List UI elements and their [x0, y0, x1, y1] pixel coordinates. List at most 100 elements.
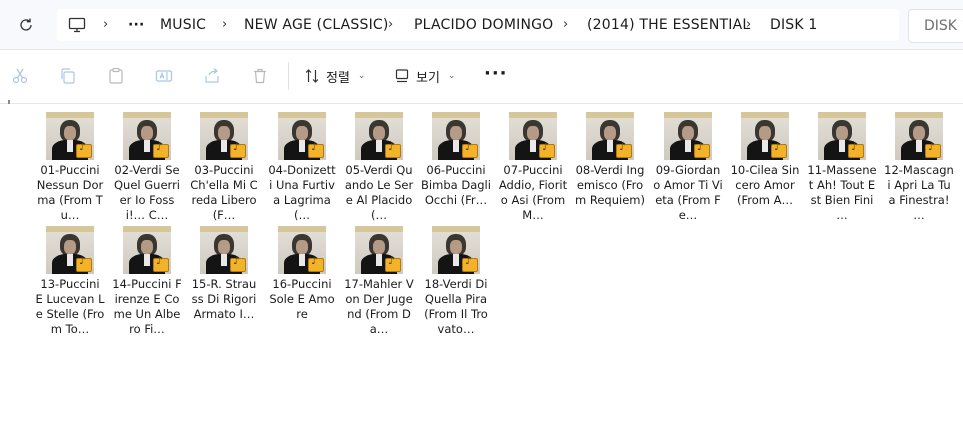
toolbar-divider — [288, 62, 289, 90]
file-name: 02-Verdi Se Quel Guerrier Io Fossi!… C… — [114, 163, 180, 222]
music-file-icon — [153, 142, 169, 158]
chevron-down-icon: ⌄ — [357, 71, 366, 81]
refresh-button[interactable] — [13, 12, 39, 38]
share-button[interactable] — [201, 65, 223, 87]
file-item[interactable]: 05-Verdi Quando Le Sere Al Placido (… — [344, 112, 414, 223]
breadcrumb-item-disk1[interactable]: DISK 1 — [770, 9, 818, 41]
view-icon — [395, 69, 409, 83]
file-item[interactable]: 10-Cilea Sincero Amor (From A… — [730, 112, 800, 208]
file-name: 14-Puccini Firenze E Come Un Albero Fi… — [112, 277, 182, 336]
album-art-thumbnail — [432, 226, 480, 274]
rename-icon — [155, 70, 173, 82]
file-item[interactable]: 17-Mahler Von Der Jugend (From Da… — [344, 226, 414, 337]
music-file-icon — [771, 142, 787, 158]
breadcrumb-item-the-essential[interactable]: (2014) THE ESSENTIAL — [587, 9, 750, 41]
file-item[interactable]: 11-Massenet Ah! Tout Est Bien Fini … — [807, 112, 877, 223]
music-file-icon — [230, 142, 246, 158]
more-options-button[interactable]: ··· — [484, 64, 508, 88]
music-file-icon — [230, 256, 246, 272]
breadcrumb-item-placido-domingo[interactable]: PLACIDO DOMINGO — [414, 9, 553, 41]
command-bar: 정렬 ⌄ 보기 ⌄ ··· — [0, 50, 963, 104]
file-name: 05-Verdi Quando Le Sere Al Placido (… — [344, 163, 414, 222]
file-item[interactable]: 13-Puccini E Lucevan Le Stelle (From To… — [35, 226, 105, 337]
file-name: 06-Puccini Bimba Dagli Occhi (Fr… — [421, 163, 491, 207]
sort-button[interactable]: 정렬 ⌄ — [304, 64, 365, 88]
chevron-right-icon[interactable]: › — [388, 9, 393, 41]
cut-button[interactable] — [9, 65, 31, 87]
computer-icon — [68, 17, 86, 33]
file-name: 01-Puccini Nessun Dorma (From Tu… — [36, 163, 104, 222]
music-file-icon — [848, 142, 864, 158]
view-button[interactable]: 보기 ⌄ — [394, 64, 455, 88]
clipboard-icon — [109, 67, 123, 84]
share-icon — [205, 68, 219, 83]
album-art-thumbnail — [123, 226, 171, 274]
album-art-thumbnail — [895, 112, 943, 160]
file-item[interactable]: 15-R. Strauss Di Rigori Armato I… — [189, 226, 259, 322]
file-item[interactable]: 12-Mascagni Apri La Tua Finestra! … — [884, 112, 954, 223]
file-name: 17-Mahler Von Der Jugend (From Da… — [344, 277, 414, 336]
breadcrumb[interactable]: › ··· MUSIC › NEW AGE (CLASSIC) › PLACID… — [57, 9, 899, 41]
scissors-icon — [12, 68, 28, 84]
file-item[interactable]: 06-Puccini Bimba Dagli Occhi (Fr… — [421, 112, 491, 208]
view-label: 보기 — [416, 70, 440, 86]
breadcrumb-item-new-age[interactable]: NEW AGE (CLASSIC) — [244, 9, 389, 41]
album-art-thumbnail — [586, 112, 634, 160]
music-file-icon — [385, 142, 401, 158]
album-art-thumbnail — [46, 112, 94, 160]
file-item[interactable]: 02-Verdi Se Quel Guerrier Io Fossi!… C… — [112, 112, 182, 223]
refresh-icon — [20, 18, 32, 31]
album-art-thumbnail — [664, 112, 712, 160]
album-art-thumbnail — [741, 112, 789, 160]
music-file-icon — [308, 142, 324, 158]
music-file-icon — [462, 142, 478, 158]
sort-label: 정렬 — [326, 70, 350, 86]
album-art-thumbnail — [818, 112, 866, 160]
chevron-right-icon[interactable]: › — [563, 9, 568, 41]
paste-button[interactable] — [105, 65, 127, 87]
music-file-icon — [153, 256, 169, 272]
chevron-right-icon[interactable]: › — [222, 9, 227, 41]
file-name: 10-Cilea Sincero Amor (From A… — [730, 163, 800, 207]
album-art-thumbnail — [509, 112, 557, 160]
file-item[interactable]: 16-Puccini Sole E Amore — [267, 226, 337, 322]
file-item[interactable]: 07-Puccini Addio, Fiorito Asi (From M… — [498, 112, 568, 223]
delete-button[interactable] — [249, 65, 271, 87]
music-file-icon — [308, 256, 324, 272]
copy-icon — [61, 68, 75, 84]
chevron-right-icon[interactable]: › — [746, 9, 751, 41]
sort-icon — [305, 69, 319, 83]
album-art-thumbnail — [355, 112, 403, 160]
album-art-thumbnail — [278, 226, 326, 274]
rename-button[interactable] — [153, 65, 175, 87]
album-art-thumbnail — [278, 112, 326, 160]
file-item[interactable]: 04-Donizetti Una Furtiva Lagrima (… — [267, 112, 337, 223]
file-item[interactable]: 18-Verdi Di Quella Pira (From Il Trovato… — [421, 226, 491, 337]
album-art-thumbnail — [355, 226, 403, 274]
music-file-icon — [76, 142, 92, 158]
file-name: 16-Puccini Sole E Amore — [269, 277, 335, 321]
chevron-right-icon[interactable]: › — [103, 9, 108, 41]
file-name: 11-Massenet Ah! Tout Est Bien Fini … — [807, 163, 877, 222]
music-file-icon — [76, 256, 92, 272]
file-name: 09-Giordano Amor Ti Vieta (From Fe… — [653, 163, 723, 222]
chevron-down-icon: ⌄ — [447, 71, 456, 81]
search-input[interactable]: DISK 1 — [908, 9, 963, 43]
file-item[interactable]: 14-Puccini Firenze E Come Un Albero Fi… — [112, 226, 182, 337]
album-art-thumbnail — [200, 112, 248, 160]
breadcrumb-item-music[interactable]: MUSIC — [160, 9, 206, 41]
search-text: DISK 1 — [924, 18, 963, 34]
breadcrumb-overflow[interactable]: ··· — [128, 9, 145, 41]
album-art-thumbnail — [200, 226, 248, 274]
file-item[interactable]: 01-Puccini Nessun Dorma (From Tu… — [35, 112, 105, 223]
file-item[interactable]: 03-Puccini Ch'ella Mi Creda Libero (F… — [189, 112, 259, 223]
file-item[interactable]: 08-Verdi Ingemisco (From Requiem) — [575, 112, 645, 208]
file-name: 13-Puccini E Lucevan Le Stelle (From To… — [35, 277, 105, 336]
file-item[interactable]: 09-Giordano Amor Ti Vieta (From Fe… — [653, 112, 723, 223]
music-file-icon — [539, 142, 555, 158]
album-art-thumbnail — [46, 226, 94, 274]
trash-icon — [254, 68, 266, 84]
music-file-icon — [462, 256, 478, 272]
copy-button[interactable] — [57, 65, 79, 87]
file-name: 04-Donizetti Una Furtiva Lagrima (… — [268, 163, 336, 222]
